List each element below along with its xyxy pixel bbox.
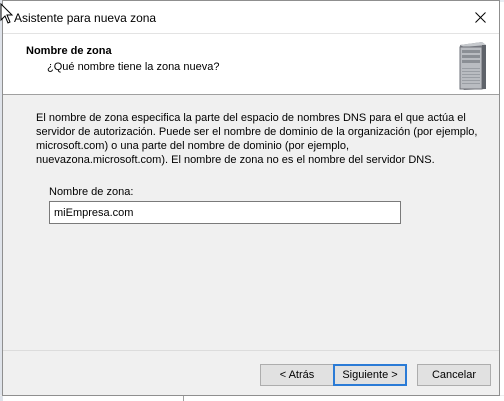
description-line: El nombre de zona especifica la parte de… [36, 112, 466, 124]
zone-name-label: Nombre de zona: [49, 186, 134, 198]
description-line: servidor de autorización. Puede ser el n… [36, 126, 478, 138]
wizard-header: Nombre de zona ¿Qué nombre tiene la zona… [3, 34, 499, 95]
zone-name-description: El nombre de zona especifica la parte de… [36, 111, 478, 167]
footer-divider [3, 350, 499, 351]
page-subtitle: ¿Qué nombre tiene la zona nueva? [47, 61, 220, 73]
mouse-pointer-icon [0, 2, 14, 28]
description-line: nuevazona.microsoft.com). El nombre de z… [36, 154, 435, 166]
back-button[interactable]: < Atrás [260, 364, 334, 386]
zone-name-input[interactable] [49, 201, 401, 224]
window-title: Asistente para nueva zona [14, 11, 157, 25]
new-zone-wizard-dialog: Asistente para nueva zona Nombre de zona… [2, 0, 500, 396]
cancel-button[interactable]: Cancelar [417, 364, 491, 386]
title-bar[interactable]: Asistente para nueva zona [3, 1, 499, 34]
close-icon [474, 11, 486, 23]
close-button[interactable] [469, 6, 491, 28]
description-line: microsoft.com) o una parte del nombre de… [36, 140, 350, 152]
server-icon [452, 41, 488, 94]
page-title: Nombre de zona [26, 45, 112, 57]
next-button[interactable]: Siguiente > [333, 364, 407, 386]
